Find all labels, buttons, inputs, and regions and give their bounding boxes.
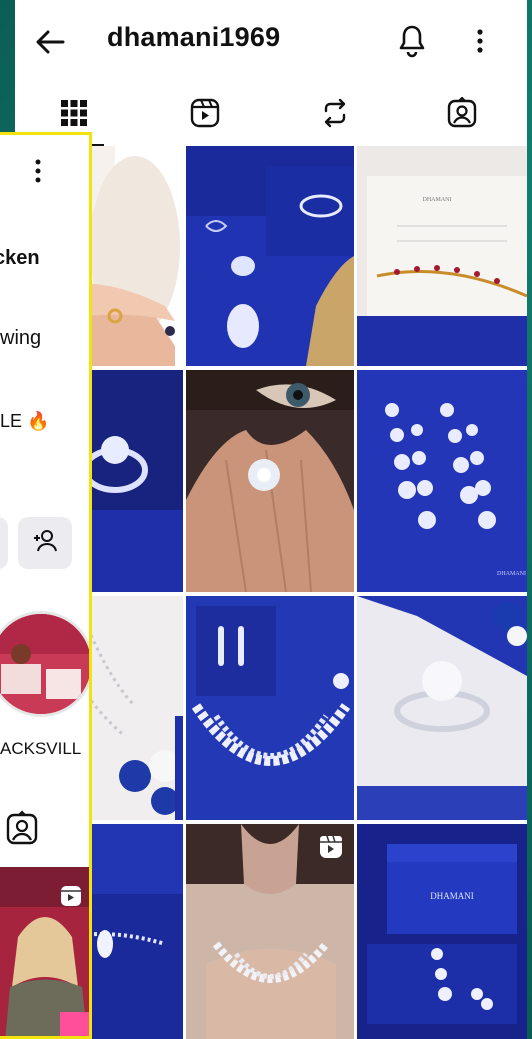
overlay-reel-thumbnail[interactable] [0, 867, 89, 1036]
reels-icon [189, 97, 221, 134]
svg-text:DHAMANI: DHAMANI [430, 891, 474, 901]
top-bar: dhamani1969 [15, 0, 527, 82]
overlay-tagged-icon[interactable] [5, 810, 39, 846]
svg-text:DHAMANI: DHAMANI [423, 197, 452, 203]
post-cluster-ring[interactable] [357, 596, 527, 820]
profile-overlay-panel: cken wing LE 🔥 ACKSVILL [0, 132, 92, 1039]
post-eye-ring[interactable] [186, 370, 354, 592]
overlay-more-icon[interactable] [30, 155, 46, 187]
overlay-reel-icon [60, 885, 82, 912]
tab-tagged[interactable] [432, 90, 492, 140]
story-highlight[interactable] [0, 611, 89, 717]
notification-bell-icon[interactable] [397, 24, 427, 58]
story-highlight-label: ACKSVILL [0, 739, 82, 758]
post-earrings-necklace-box[interactable] [186, 596, 354, 820]
reposts-icon [319, 97, 351, 134]
overlay-following-label[interactable]: wing [0, 327, 41, 350]
post-drop-earrings[interactable]: DHAMANI [357, 370, 527, 592]
tab-reels[interactable] [175, 90, 235, 140]
tagged-icon [446, 95, 478, 134]
post-card-bracelet[interactable]: DHAMANI [357, 146, 527, 366]
overlay-action-button[interactable] [0, 517, 8, 569]
add-person-icon [32, 529, 58, 558]
profile-username: dhamani1969 [107, 22, 281, 52]
overlay-bio-text: LE 🔥 [0, 411, 50, 431]
overlay-profile-name: cken [0, 247, 40, 269]
more-options-icon[interactable] [470, 24, 490, 58]
post-rings-on-blue[interactable] [186, 146, 354, 366]
add-friend-button[interactable] [18, 517, 72, 569]
post-dhamani-box[interactable]: DHAMANI [357, 824, 527, 1039]
posts-grid-icon [60, 99, 88, 132]
reel-badge-icon [318, 834, 344, 860]
tab-reposts[interactable] [305, 90, 365, 140]
back-arrow-icon[interactable] [33, 24, 69, 60]
post-model-necklace[interactable] [186, 824, 354, 1039]
svg-text:DHAMANI: DHAMANI [497, 571, 526, 577]
